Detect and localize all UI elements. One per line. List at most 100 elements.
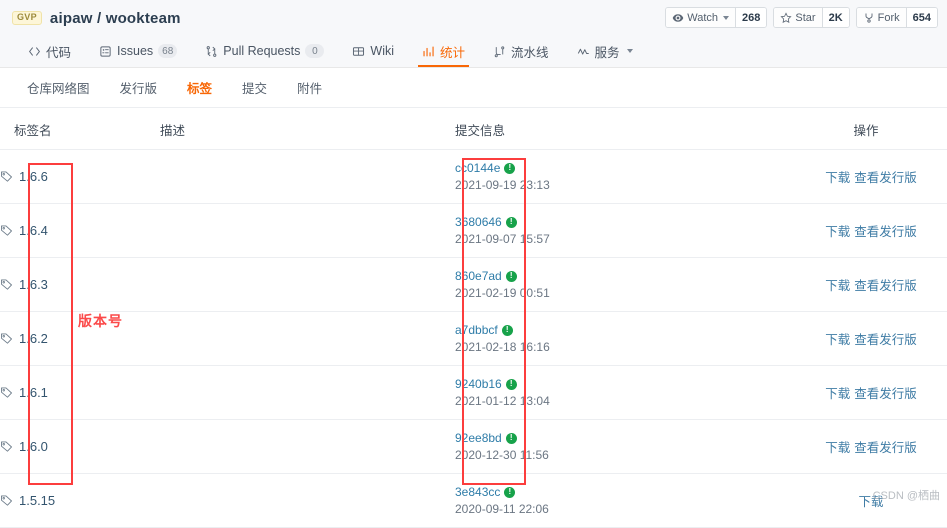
tag-icon (0, 278, 13, 291)
operations-cell: 下载 查看发行版 (795, 257, 947, 312)
view-release-link[interactable]: 查看发行版 (854, 441, 917, 455)
commit-sha-link[interactable]: 3680646! (455, 215, 517, 229)
tag-description (160, 257, 455, 312)
verified-signature-icon: ! (505, 216, 517, 228)
download-link[interactable]: 下载 (825, 279, 850, 293)
verified-signature-icon: ! (505, 432, 517, 444)
repo-header: GVP aipaw / wookteam Watch 268 Star 2K F… (0, 0, 947, 68)
tag-icon (0, 170, 13, 183)
download-link[interactable]: 下载 (825, 387, 850, 401)
tag-cell: 1.6.4 (0, 203, 160, 258)
view-release-link[interactable]: 查看发行版 (854, 171, 917, 185)
commit-sha-link[interactable]: 92ee8bd! (455, 431, 517, 445)
nav-item-pipeline[interactable]: 流水线 (479, 35, 563, 67)
commit-date: 2021-01-12 13:04 (455, 394, 550, 408)
tag-name[interactable]: 1.6.6 (19, 169, 48, 184)
operations-cell: 下载 查看发行版 (795, 365, 947, 420)
nav-item-issues[interactable]: Issues 68 (85, 35, 191, 67)
nav-label-wiki: Wiki (370, 44, 395, 58)
column-header-commit-info: 提交信息 (455, 108, 795, 150)
commit-sha-text: 3e843cc (455, 485, 501, 499)
commit-sha-link[interactable]: 3e843cc! (455, 485, 516, 499)
nav-item-wiki[interactable]: Wiki (338, 35, 408, 67)
table-row: 1.6.6 cc0144e! 2021-09-19 23:13 下载 查看发行版 (0, 149, 947, 204)
tag-name[interactable]: 1.6.2 (19, 331, 48, 346)
sub-nav-attachments[interactable]: 附件 (284, 78, 335, 97)
tag-name[interactable]: 1.6.1 (19, 385, 48, 400)
verified-signature-icon: ! (501, 324, 513, 336)
commit-sha-text: 9240b16 (455, 377, 502, 391)
commit-info-cell: cc0144e! 2021-09-19 23:13 (455, 149, 795, 204)
nav-item-pull-requests[interactable]: Pull Requests 0 (191, 35, 338, 67)
view-release-link[interactable]: 查看发行版 (854, 387, 917, 401)
commit-sha-link[interactable]: 860e7ad! (455, 269, 517, 283)
page-title[interactable]: aipaw / wookteam (50, 10, 181, 27)
tag-name[interactable]: 1.6.0 (19, 439, 48, 454)
download-link[interactable]: 下载 (825, 333, 850, 347)
download-link[interactable]: 下载 (858, 495, 883, 509)
fork-count[interactable]: 654 (905, 8, 937, 27)
commit-date: 2021-09-07 15:57 (455, 232, 550, 246)
tag-icon (0, 494, 13, 507)
nav-item-code[interactable]: 代码 (14, 35, 85, 67)
tags-table: 标签名 描述 提交信息 操作 1.6.6 cc0144e! 2021-09-19 2… (0, 108, 947, 528)
repo-actions: Watch 268 Star 2K Fork 654 (665, 7, 938, 28)
operations-cell: 下载 查看发行版 (795, 149, 947, 204)
nav-item-service[interactable]: 服务 (563, 35, 647, 67)
commit-date: 2021-02-18 16:16 (455, 340, 550, 354)
commit-sha-link[interactable]: cc0144e! (455, 161, 516, 175)
tag-description (160, 473, 455, 528)
sub-nav-commits[interactable]: 提交 (229, 78, 280, 97)
operations-cell: 下载 (795, 473, 947, 528)
tag-description (160, 311, 455, 366)
tags-table-header: 标签名 描述 提交信息 操作 (0, 108, 947, 150)
sub-navigation: 仓库网络图 发行版 标签 提交 附件 (0, 68, 947, 108)
view-release-link[interactable]: 查看发行版 (854, 225, 917, 239)
view-release-link[interactable]: 查看发行版 (854, 279, 917, 293)
download-link[interactable]: 下载 (825, 225, 850, 239)
star-button[interactable]: Star (774, 8, 822, 27)
download-link[interactable]: 下载 (825, 171, 850, 185)
watch-button-group[interactable]: Watch 268 (665, 7, 768, 28)
gvp-badge: GVP (12, 10, 42, 26)
commit-sha-link[interactable]: 9240b16! (455, 377, 517, 391)
tag-description (160, 419, 455, 474)
commit-sha-text: 92ee8bd (455, 431, 502, 445)
watch-button[interactable]: Watch (666, 8, 736, 27)
star-count[interactable]: 2K (821, 8, 849, 27)
tag-name[interactable]: 1.6.3 (19, 277, 48, 292)
fork-button-group[interactable]: Fork 654 (855, 7, 938, 28)
sub-nav-releases[interactable]: 发行版 (107, 78, 171, 97)
view-release-link[interactable]: 查看发行版 (854, 333, 917, 347)
commit-info-cell: 9240b16! 2021-01-12 13:04 (455, 365, 795, 420)
sub-nav-network-graph[interactable]: 仓库网络图 (14, 78, 103, 97)
commit-sha-text: 3680646 (455, 215, 502, 229)
tags-table-body: 1.6.6 cc0144e! 2021-09-19 23:13 下载 查看发行版 1.6.… (0, 149, 947, 528)
nav-item-stats[interactable]: 统计 (408, 35, 479, 67)
tag-description (160, 365, 455, 420)
commit-date: 2020-09-11 22:06 (455, 502, 549, 516)
tag-cell: 1.6.2 (0, 311, 160, 366)
pull-request-icon (205, 45, 218, 58)
column-header-description: 描述 (160, 108, 455, 150)
tag-name[interactable]: 1.6.4 (19, 223, 48, 238)
column-header-tag-name: 标签名 (0, 108, 160, 150)
nav-label-issues: Issues (117, 44, 154, 58)
nav-label-stats: 统计 (440, 45, 466, 60)
nav-label-service: 服务 (594, 45, 620, 60)
tag-icon (0, 224, 13, 237)
table-row: 1.6.2 a7dbbcf! 2021-02-18 16:16 下载 查看发行版 (0, 311, 947, 366)
commit-info-cell: 92ee8bd! 2020-12-30 11:56 (455, 419, 795, 474)
tag-icon (0, 332, 13, 345)
table-row: 1.6.4 3680646! 2021-09-07 15:57 下载 查看发行版 (0, 203, 947, 258)
fork-button[interactable]: Fork (856, 8, 906, 27)
table-header-row: 标签名 描述 提交信息 操作 (0, 108, 947, 150)
commit-sha-link[interactable]: a7dbbcf! (455, 323, 513, 337)
watch-count[interactable]: 268 (735, 8, 767, 27)
table-row: 1.6.0 92ee8bd! 2020-12-30 11:56 下载 查看发行版 (0, 419, 947, 474)
sub-nav-tags[interactable]: 标签 (174, 78, 225, 97)
table-row: 1.6.1 9240b16! 2021-01-12 13:04 下载 查看发行版 (0, 365, 947, 420)
download-link[interactable]: 下载 (825, 441, 850, 455)
verified-signature-icon: ! (505, 270, 517, 282)
star-button-group[interactable]: Star 2K (773, 7, 850, 28)
